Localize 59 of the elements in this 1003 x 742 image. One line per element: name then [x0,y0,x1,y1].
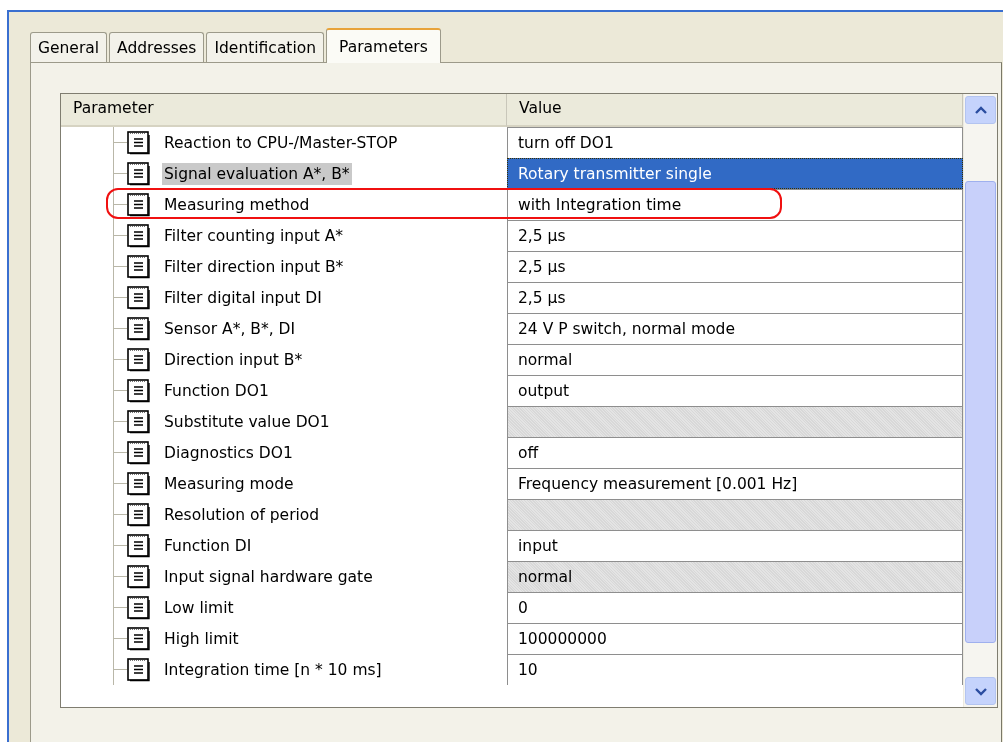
value-field[interactable]: off [507,437,963,468]
tab[interactable]: Parameters [326,28,441,63]
tab[interactable]: Addresses [109,32,205,62]
document-icon [127,626,150,651]
value-field[interactable]: Frequency measurement [0.001 Hz] [507,468,963,499]
document-icon [127,161,150,186]
tab[interactable]: General [30,32,108,62]
document-icon [127,378,150,403]
value-field[interactable]: 2,5 µs [507,220,963,251]
parameter-name[interactable]: Reaction to CPU-/Master-STOP [162,131,400,154]
parameter-name[interactable]: Signal evaluation A*, B* [162,162,352,185]
scrollbar[interactable] [963,94,997,707]
document-icon [127,347,150,372]
parameter-name[interactable]: Measuring method [162,193,312,216]
parameter-name[interactable]: Measuring mode [162,472,296,495]
value-field[interactable]: normal [507,344,963,375]
value-field[interactable]: input [507,530,963,561]
document-icon [127,285,150,310]
parameter-name[interactable]: Sensor A*, B*, DI [162,317,297,340]
value-field[interactable]: 2,5 µs [507,251,963,282]
parameter-name[interactable]: Filter counting input A* [162,224,346,247]
document-icon [127,223,150,248]
document-icon [127,254,150,279]
scroll-down-button[interactable] [965,677,996,705]
parameter-name[interactable]: Integration time [n * 10 ms] [162,658,384,681]
value-field[interactable]: turn off DO1 [507,127,963,158]
value-field[interactable]: Rotary transmitter single [507,158,963,189]
value-field[interactable]: 2,5 µs [507,282,963,313]
parameter-name[interactable]: Diagnostics DO1 [162,441,295,464]
document-icon [127,502,150,527]
parameter-name[interactable]: Filter direction input B* [162,255,346,278]
value-field[interactable]: output [507,375,963,406]
document-icon [127,595,150,620]
document-icon [127,657,150,682]
parameter-name[interactable]: High limit [162,627,241,650]
document-icon [127,192,150,217]
document-icon [127,316,150,341]
document-icon [127,440,150,465]
value-field[interactable]: 100000000 [507,623,963,654]
value-field[interactable]: 24 V P switch, normal mode [507,313,963,344]
parameter-name[interactable]: Low limit [162,596,236,619]
scroll-up-button[interactable] [965,96,996,124]
document-icon [127,130,150,155]
document-icon [127,564,150,589]
scroll-thumb[interactable] [965,181,996,643]
chevron-down-icon [973,686,988,696]
parameter-name[interactable]: Function DO1 [162,379,271,402]
column-header[interactable]: Parameter [61,94,507,127]
value-field[interactable]: with Integration time [507,189,963,220]
document-icon [127,409,150,434]
parameter-name[interactable]: Function DI [162,534,254,557]
parameter-name[interactable]: Filter digital input DI [162,286,324,309]
value-field[interactable]: 10 [507,654,963,685]
value-field[interactable]: 0 [507,592,963,623]
tab[interactable]: Identification [206,32,325,62]
document-icon [127,471,150,496]
parameter-name[interactable]: Direction input B* [162,348,305,371]
document-icon [127,533,150,558]
chevron-up-icon [973,105,988,115]
